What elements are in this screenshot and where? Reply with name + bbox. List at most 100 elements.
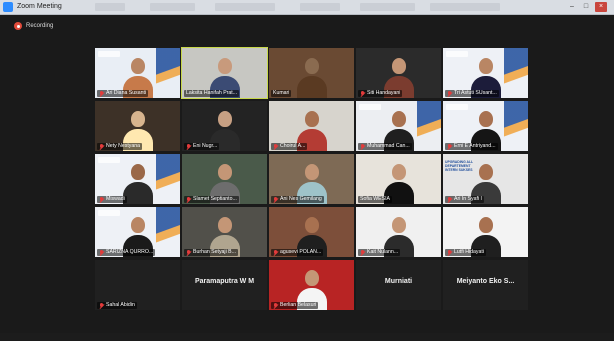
participant-tile[interactable]: Lutfi Hidayati (443, 207, 528, 257)
participant-tile[interactable]: Erni E Antriyand... (443, 101, 528, 151)
virtual-background-logo (446, 104, 468, 110)
participant-tile[interactable]: Eni Nugr... (182, 101, 267, 151)
participant-body (122, 182, 153, 204)
participant-name-label: Muhammad Can... (358, 143, 412, 150)
participant-name-label: SARIZNA QURRO... (97, 249, 156, 256)
participant-video (296, 54, 327, 98)
participant-tile[interactable]: SARIZNA QURRO... (95, 207, 180, 257)
participant-tile[interactable]: agusevi POLAN... (269, 207, 354, 257)
mic-muted-icon (273, 196, 278, 203)
mic-muted-icon (447, 143, 452, 150)
participant-head (130, 111, 145, 127)
participant-name: agusevi POLAN... (280, 249, 322, 255)
mic-muted-icon (186, 143, 191, 150)
gallery-view: Ari Diana Susanti Laksita Hanifah Prat...… (95, 47, 530, 313)
participant-tile[interactable]: Berlian Belasuri (269, 260, 354, 310)
participant-tile[interactable]: Meiyanto Eko S... (443, 260, 528, 310)
participant-name: Choirul A... (280, 143, 306, 149)
mic-muted-icon (186, 249, 191, 256)
participant-name-label: Sofia WESIA (358, 196, 392, 203)
mic-muted-icon (273, 143, 278, 150)
zoom-icon (3, 2, 13, 12)
participant-head (478, 217, 493, 233)
participant-video (122, 160, 153, 204)
participant-head (217, 111, 232, 127)
participant-center-name: Murniati (384, 278, 413, 285)
participant-head (391, 164, 406, 180)
title-bar: Zoom Meeting – □ × (0, 0, 614, 15)
record-icon (14, 22, 22, 30)
participant-head (478, 111, 493, 127)
participant-name: Eni Nugr... (193, 143, 218, 149)
participant-tile[interactable]: Kait Nulann... (356, 207, 441, 257)
virtual-background-band (504, 48, 528, 98)
participant-name: SARIZNA QURRO... (106, 249, 154, 255)
participant-name-label: Miswadi (97, 196, 127, 203)
participant-head (304, 217, 319, 233)
mic-muted-icon (99, 196, 104, 203)
participant-tile[interactable]: Slamet Septianto... (182, 154, 267, 204)
participant-name-label: Lutfi Hidayati (445, 249, 486, 256)
participant-name: Sofia WESIA (360, 196, 390, 202)
mic-muted-icon (447, 196, 452, 203)
participant-name: Ari Diana Susanti (106, 90, 147, 96)
background-tab (300, 3, 340, 11)
participant-tile[interactable]: Laksita Hanifah Prat... (181, 47, 268, 99)
mic-muted-icon (360, 90, 365, 97)
participant-tile[interactable]: Murniati (356, 260, 441, 310)
participant-tile[interactable]: Siti Handayani (356, 48, 441, 98)
participant-head (478, 58, 493, 74)
background-tab (215, 3, 275, 11)
participant-tile[interactable]: Ari Diana Susanti (95, 48, 180, 98)
mic-muted-icon (447, 90, 452, 97)
participant-name: Kait Nulann... (367, 249, 399, 255)
participant-head (130, 58, 145, 74)
participant-name: Tri Astuti SUsant... (454, 90, 497, 96)
participant-tile[interactable]: UPGRADING ALL DEPARTEMENT INTERN SUKSES A… (443, 154, 528, 204)
virtual-background-band (156, 207, 180, 257)
participant-tile[interactable]: Tri Astuti SUsant... (443, 48, 528, 98)
virtual-background-logo (359, 104, 381, 110)
participant-name-label: Ari Diana Susanti (97, 90, 149, 97)
participant-name: Miswadi (106, 196, 125, 202)
participant-name-label: Burhan Setyaji B... (184, 249, 238, 256)
virtual-background-band (156, 48, 180, 98)
participant-head (391, 58, 406, 74)
participant-tile[interactable]: Burhan Setyaji B... (182, 207, 267, 257)
participant-head (130, 217, 145, 233)
participant-name-label: Slamet Septianto... (184, 196, 239, 203)
participant-tile[interactable]: Muhammad Can... (356, 101, 441, 151)
minimize-icon[interactable]: – (566, 2, 578, 12)
maximize-icon[interactable]: □ (580, 2, 592, 12)
participant-tile[interactable]: Paramaputra W M (182, 260, 267, 310)
participant-tile[interactable]: Sahal Abidin (95, 260, 180, 310)
background-tab (150, 3, 195, 11)
mic-muted-icon (186, 196, 191, 203)
recording-indicator[interactable]: Recording (14, 22, 53, 30)
mic-muted-icon (360, 249, 365, 256)
participant-head (217, 58, 232, 74)
participant-tile[interactable]: Kumari (269, 48, 354, 98)
participant-name-label: Nety Nestyana (97, 143, 143, 150)
recording-label: Recording (26, 23, 54, 29)
virtual-background-logo (98, 157, 120, 163)
participant-name: Slamet Septianto... (193, 196, 237, 202)
virtual-background-logo (98, 210, 120, 216)
participant-tile[interactable]: Sofia WESIA (356, 154, 441, 204)
participant-name: Burhan Setyaji B... (193, 249, 236, 255)
mic-muted-icon (99, 249, 104, 256)
participant-center-name: Meiyanto Eko S... (456, 278, 515, 285)
mic-muted-icon (99, 302, 104, 309)
participant-name: Siti Handayani (367, 90, 401, 96)
participant-name-label: Laksita Hanifah Prat... (184, 90, 240, 97)
participant-tile[interactable]: Nety Nestyana (95, 101, 180, 151)
participant-tile[interactable]: Choirul A... (269, 101, 354, 151)
participant-name-label: Tri Astuti SUsant... (445, 90, 499, 97)
participant-tile[interactable]: Miswadi (95, 154, 180, 204)
mic-muted-icon (447, 249, 452, 256)
participant-tile[interactable]: Ani Nes Gemilang (269, 154, 354, 204)
participant-name: Laksita Hanifah Prat... (186, 90, 238, 96)
participant-head (391, 111, 406, 127)
mic-muted-icon (273, 302, 278, 309)
close-icon[interactable]: × (595, 2, 607, 12)
